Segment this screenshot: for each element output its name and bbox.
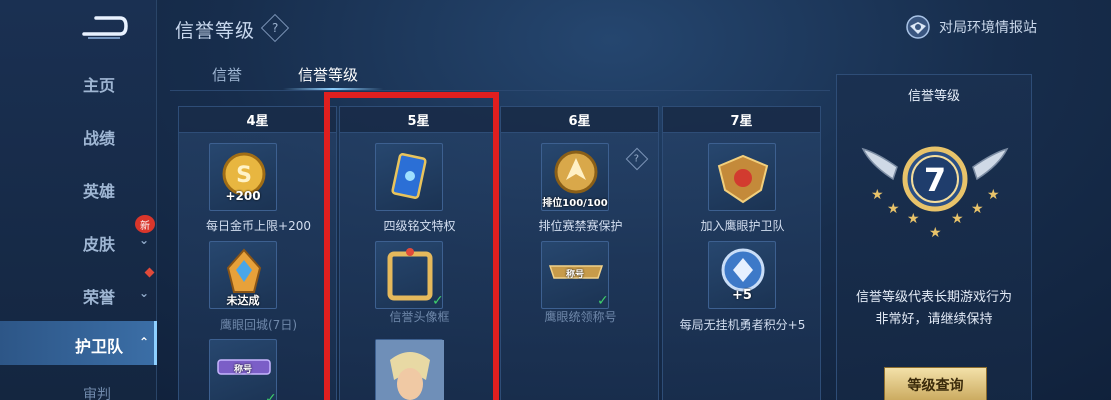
svg-text:S: S xyxy=(236,163,252,188)
chevron-up-icon: ⌃ xyxy=(139,335,150,349)
reward-label: 鹰眼统领称号 xyxy=(544,310,617,324)
svg-text:★: ★ xyxy=(929,225,942,241)
back-arrow-icon[interactable] xyxy=(80,12,130,40)
column-title: 6星 xyxy=(501,107,658,133)
reward-label: 每局无挂机勇者积分+5 xyxy=(679,318,806,332)
chevron-down-icon: ⌄ xyxy=(139,233,150,247)
highlight-box xyxy=(324,92,499,400)
reward-label: 每日金币上限+200 xyxy=(206,219,311,233)
environment-intel-button[interactable]: 对局环境情报站 xyxy=(905,14,1037,40)
sidebar-item-label: 皮肤 xyxy=(83,235,116,254)
panel-title: 信誉等级 xyxy=(907,89,960,104)
svg-text:★: ★ xyxy=(907,211,920,227)
svg-text:★: ★ xyxy=(871,187,884,203)
chevron-down-icon: ⌄ xyxy=(139,286,150,300)
new-badge: 新 xyxy=(135,215,155,233)
level-query-button[interactable]: 等级查询 xyxy=(884,367,987,400)
sidebar-item-label: 护卫队 xyxy=(75,337,124,356)
svg-text:★: ★ xyxy=(987,187,1000,203)
reward-label: 排位赛禁赛保护 xyxy=(538,219,623,233)
sidebar-item-label: 主页 xyxy=(83,76,116,95)
svg-text:★: ★ xyxy=(951,211,964,227)
brave-points-icon[interactable]: +5 xyxy=(708,241,776,309)
help-icon[interactable]: ? xyxy=(260,13,290,43)
level-number: 7 xyxy=(923,161,947,199)
guard-emblem-icon[interactable] xyxy=(708,143,776,211)
sidebar-item-skins[interactable]: 皮肤 ⌄ xyxy=(0,219,157,263)
star-column-7: 7星 加入鹰眼护卫队 +5 每局无挂机勇者积分+5 xyxy=(662,106,821,400)
sidebar-item-label: 战绩 xyxy=(83,129,116,148)
reward-label: 加入鹰眼护卫队 xyxy=(700,219,785,233)
svg-text:★: ★ xyxy=(971,201,984,217)
sidebar-item-label: 审判 xyxy=(83,387,111,400)
tab-credit[interactable]: 信誉 xyxy=(212,64,242,85)
completed-check-icon: ✓ xyxy=(265,391,277,400)
tab-credit-level[interactable]: 信誉等级 xyxy=(298,64,358,85)
svg-text:★: ★ xyxy=(887,201,900,217)
star-column-4: 4星 S +200 每日金币上限+200 未达成 鹰眼回城(7日) 称号 ✓ xyxy=(178,106,337,400)
sidebar-item-record[interactable]: 战绩 xyxy=(0,113,157,157)
page-title: 信誉等级 xyxy=(175,20,256,42)
credit-level-panel: 信誉等级 ★ ★ ★ ★ ★ ★ ★ 7 信誉等级代表长期游戏行为 非常好，请继… xyxy=(836,74,1032,400)
sidebar-item-label: 荣誉 xyxy=(83,288,116,307)
gold-coin-icon[interactable]: S +200 xyxy=(209,143,277,211)
winged-emblem-icon xyxy=(906,15,930,39)
sidebar-item-honor[interactable]: 荣誉 ⌄ xyxy=(0,272,157,316)
panel-description: 信誉等级代表长期游戏行为 非常好，请继续保持 xyxy=(855,290,1012,327)
sidebar-item-heroes[interactable]: 英雄 xyxy=(0,166,157,210)
completed-check-icon: ✓ xyxy=(597,293,609,309)
column-title: 4星 xyxy=(179,107,336,133)
column-title: 7星 xyxy=(663,107,820,133)
environment-intel-label: 对局环境情报站 xyxy=(939,20,1037,36)
sidebar-item-label: 英雄 xyxy=(83,182,116,201)
sidebar-nav: 主页 战绩 英雄 皮肤 ⌄ 新 荣誉 ⌄ 护卫队 ⌃ 审判 xyxy=(0,0,157,400)
sidebar-item-guard-team[interactable]: 护卫队 ⌃ xyxy=(0,321,157,365)
sidebar-item-judge[interactable]: 审判 xyxy=(0,372,157,400)
reward-label: 鹰眼回城(7日) xyxy=(220,318,297,332)
tab-divider xyxy=(170,90,830,91)
hawk-eye-recall-icon[interactable]: 未达成 xyxy=(209,241,277,309)
sidebar-item-home[interactable]: 主页 xyxy=(0,60,157,104)
tab-active-indicator xyxy=(283,88,383,90)
rank-shield-icon[interactable]: 排位100/100 xyxy=(541,143,609,211)
